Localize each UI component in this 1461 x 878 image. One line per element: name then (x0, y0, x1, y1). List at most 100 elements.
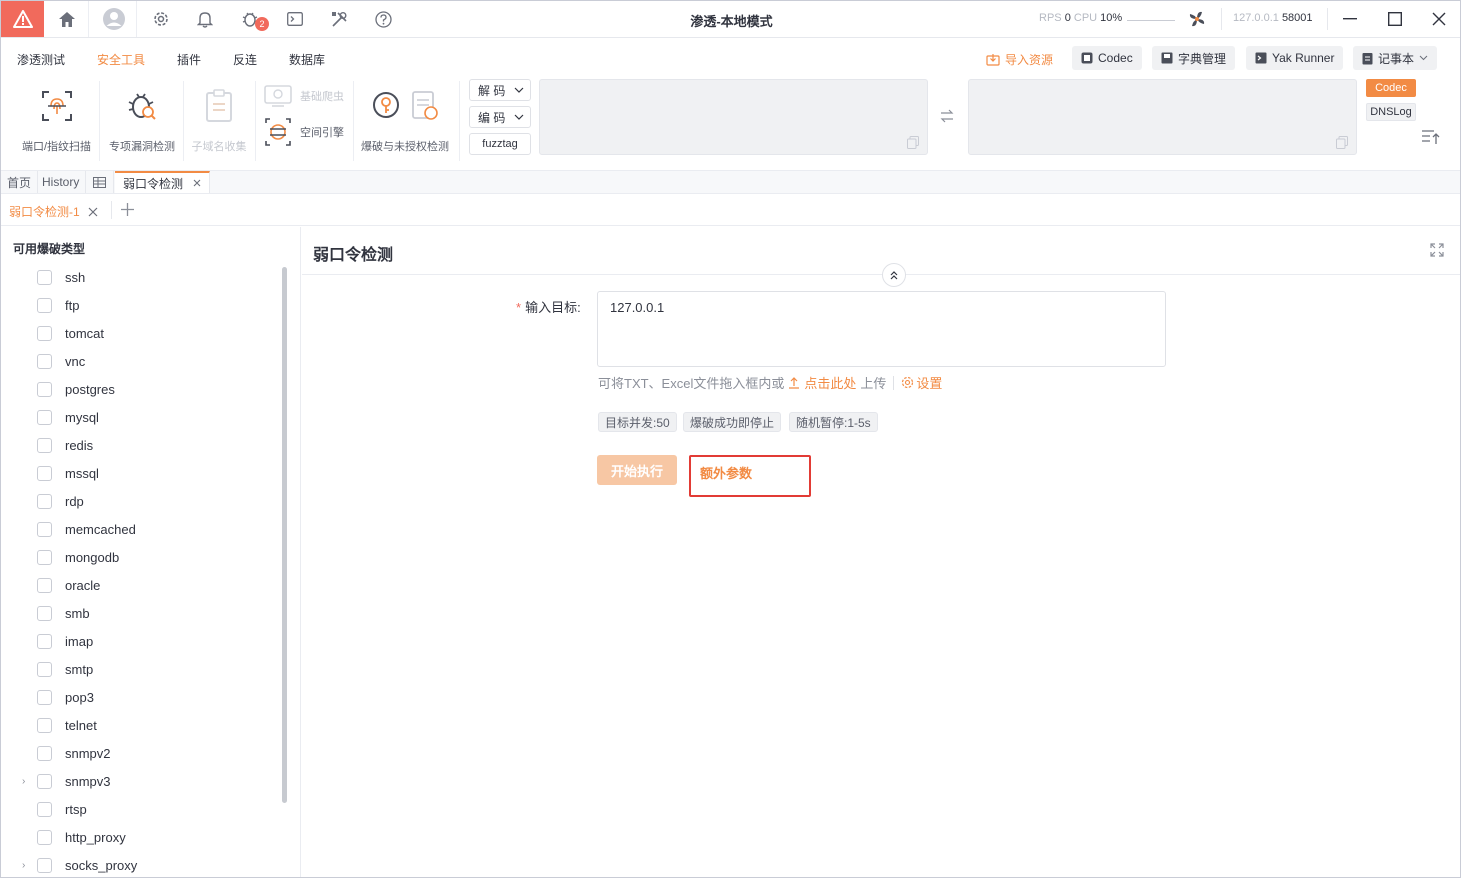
checkbox[interactable] (37, 466, 52, 481)
brute-type-smb[interactable]: smb (37, 606, 90, 621)
checkbox[interactable] (37, 522, 52, 537)
scrollbar[interactable] (282, 267, 287, 803)
brute-type-rtsp[interactable]: rtsp (37, 802, 87, 817)
subtab-weak-password-1[interactable]: 弱口令检测-1 (9, 203, 98, 220)
checkbox[interactable] (37, 410, 52, 425)
brute-type-redis[interactable]: redis (37, 438, 93, 453)
checkbox[interactable] (37, 830, 52, 845)
collapse-toolbar-icon[interactable] (1421, 129, 1441, 148)
tool-crawler[interactable]: 基础爬虫 (264, 84, 344, 108)
tool-vuln-detect[interactable]: 专项漏洞检测 (105, 86, 179, 154)
checkbox[interactable] (37, 494, 52, 509)
gear-icon[interactable] (139, 1, 183, 37)
brute-type-snmpv2[interactable]: snmpv2 (37, 746, 111, 761)
avatar[interactable] (91, 1, 137, 37)
side-codec-button[interactable]: Codec (1366, 79, 1416, 97)
menu-reverse[interactable]: 反连 (233, 51, 257, 68)
brute-type-mysql[interactable]: mysql (37, 410, 99, 425)
brute-type-pop3[interactable]: pop3 (37, 690, 94, 705)
checkbox[interactable] (37, 382, 52, 397)
notepad-button[interactable]: 记事本 (1353, 46, 1438, 70)
fullscreen-icon[interactable] (1430, 243, 1444, 260)
menu-database[interactable]: 数据库 (289, 51, 325, 68)
checkbox[interactable] (37, 690, 52, 705)
tab-home[interactable]: 首页 (1, 171, 39, 193)
tool-subdomain[interactable]: 子域名收集 (187, 86, 251, 154)
checkbox[interactable] (37, 774, 52, 789)
add-tab-button[interactable] (121, 203, 134, 219)
checkbox[interactable] (37, 270, 52, 285)
tag-concurrency[interactable]: 目标并发:50 (598, 412, 677, 432)
checkbox[interactable] (37, 662, 52, 677)
tab-history[interactable]: History (36, 171, 87, 193)
logo-icon[interactable] (1, 1, 44, 37)
brute-type-telnet[interactable]: telnet (37, 718, 97, 733)
tools-icon[interactable] (317, 1, 361, 37)
encode-select[interactable]: 编 码 (469, 106, 531, 128)
terminal-icon[interactable] (273, 1, 317, 37)
upload-link[interactable]: 点击此处 (804, 373, 856, 392)
chevron-right-icon[interactable]: › (22, 776, 25, 787)
minimize-button[interactable] (1327, 1, 1372, 37)
help-icon[interactable] (361, 1, 405, 37)
maximize-button[interactable] (1372, 1, 1417, 37)
brute-type-ftp[interactable]: ftp (37, 298, 79, 313)
bug-icon[interactable]: 2 (229, 1, 273, 37)
close-button[interactable] (1416, 1, 1460, 37)
brute-type-vnc[interactable]: vnc (37, 354, 85, 369)
tool-brute-force[interactable]: 爆破与未授权检测 (357, 86, 453, 154)
checkbox[interactable] (37, 326, 52, 341)
codec-output-area[interactable] (968, 79, 1357, 155)
target-input[interactable] (597, 291, 1166, 367)
bell-icon[interactable] (183, 1, 227, 37)
swap-icon[interactable] (940, 109, 954, 126)
extra-params-button[interactable]: 额外参数 (689, 455, 811, 497)
checkbox[interactable] (37, 718, 52, 733)
brute-type-ssh[interactable]: ssh (37, 270, 85, 285)
codec-button[interactable]: Codec (1072, 46, 1142, 70)
brute-type-oracle[interactable]: oracle (37, 578, 100, 593)
tab-table-icon[interactable] (86, 171, 114, 193)
checkbox[interactable] (37, 578, 52, 593)
menu-plugins[interactable]: 插件 (177, 51, 201, 68)
checkbox[interactable] (37, 606, 52, 621)
brute-type-memcached[interactable]: memcached (37, 522, 136, 537)
menu-security-tools[interactable]: 安全工具 (97, 51, 145, 68)
checkbox[interactable] (37, 746, 52, 761)
checkbox[interactable] (37, 298, 52, 313)
tag-random-pause[interactable]: 随机暂停:1-5s (789, 412, 878, 432)
fuzztag-button[interactable]: fuzztag (469, 133, 531, 155)
checkbox[interactable] (37, 438, 52, 453)
settings-link[interactable]: 设置 (901, 373, 942, 392)
brute-type-rdp[interactable]: rdp (37, 494, 84, 509)
brute-type-snmpv3[interactable]: snmpv3 (37, 774, 111, 789)
checkbox[interactable] (37, 858, 52, 873)
import-resource-button[interactable]: 导入资源 (986, 51, 1053, 68)
engine-fan-icon[interactable] (1187, 9, 1207, 32)
chevron-right-icon[interactable]: › (22, 860, 25, 871)
home-icon[interactable] (45, 1, 89, 37)
brute-type-mssql[interactable]: mssql (37, 466, 99, 481)
brute-type-mongodb[interactable]: mongodb (37, 550, 119, 565)
collapse-button[interactable] (882, 263, 906, 287)
brute-type-smtp[interactable]: smtp (37, 662, 93, 677)
checkbox[interactable] (37, 550, 52, 565)
tab-weak-password[interactable]: 弱口令检测 (115, 171, 211, 193)
brute-type-http-proxy[interactable]: http_proxy (37, 830, 126, 845)
yak-runner-button[interactable]: Yak Runner (1246, 46, 1344, 70)
brute-type-imap[interactable]: imap (37, 634, 93, 649)
dnslog-button[interactable]: DNSLog (1366, 103, 1416, 121)
checkbox[interactable] (37, 802, 52, 817)
brute-type-socks-proxy[interactable]: socks_proxy (37, 858, 137, 873)
dictionary-button[interactable]: 字典管理 (1152, 46, 1236, 70)
brute-type-tomcat[interactable]: tomcat (37, 326, 104, 341)
tool-port-scan[interactable]: 端口/指纹扫描 (19, 86, 94, 154)
menu-pentest[interactable]: 渗透测试 (17, 51, 65, 68)
brute-type-postgres[interactable]: postgres (37, 382, 115, 397)
start-button[interactable]: 开始执行 (597, 455, 677, 485)
tag-stop-on-success[interactable]: 爆破成功即停止 (683, 412, 782, 432)
checkbox[interactable] (37, 634, 52, 649)
decode-select[interactable]: 解 码 (469, 79, 531, 101)
checkbox[interactable] (37, 354, 52, 369)
tool-space-engine[interactable]: 空间引擎 (264, 118, 344, 146)
